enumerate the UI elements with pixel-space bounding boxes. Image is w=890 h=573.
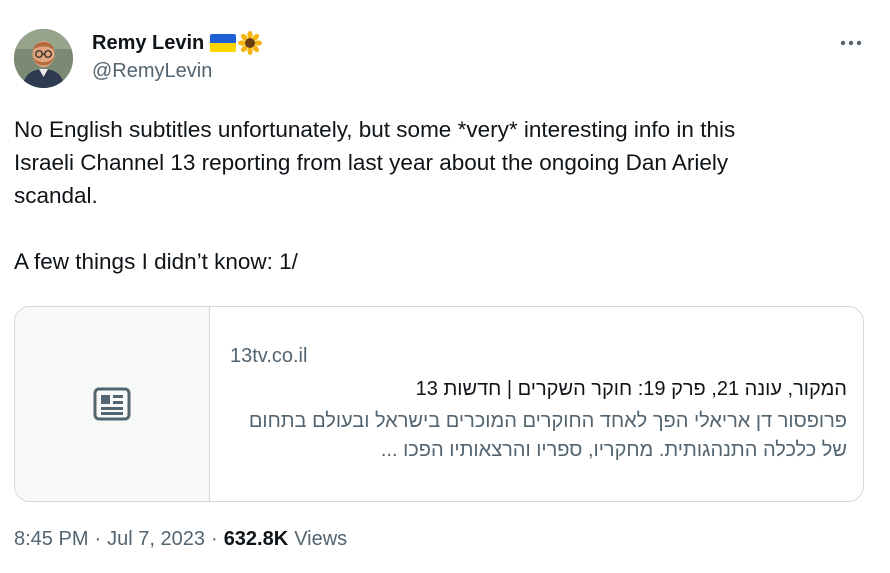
views-count: 632.8K <box>223 528 289 550</box>
tweet-text: No English subtitles unfortunately, but … <box>14 117 736 274</box>
meta-separator: · <box>211 528 218 550</box>
card-description: פרופסור דן אריאלי הפך לאחד החוקרים המוכר… <box>248 410 847 461</box>
more-horizontal-icon[interactable] <box>840 29 862 52</box>
card-thumbnail <box>15 307 210 501</box>
author-handle[interactable]: @RemyLevin <box>92 60 212 83</box>
avatar[interactable] <box>14 29 73 88</box>
link-card[interactable]: 13tv.co.il המקור, עונה 21, פרק 19: חוקר … <box>14 306 864 502</box>
card-domain: 13tv.co.il <box>230 345 308 367</box>
views-label: Views <box>294 528 348 550</box>
author-name-row: Remy Levin <box>92 31 263 55</box>
avatar-image <box>14 29 73 88</box>
tweet-time[interactable]: 8:45 PM <box>14 528 88 551</box>
tweet-date[interactable]: Jul 7, 2023 <box>107 528 205 551</box>
ukraine-flag-icon <box>210 34 237 52</box>
card-body: 13tv.co.il המקור, עונה 21, פרק 19: חוקר … <box>210 307 863 501</box>
tweet-meta: 8:45 PM · Jul 7, 2023 · 632.8K Views <box>14 528 347 551</box>
author-display-name[interactable]: Remy Levin <box>92 32 204 55</box>
sunflower-icon <box>238 31 263 55</box>
card-title: המקור, עונה 21, פרק 19: חוקר השקרים | חד… <box>415 378 847 400</box>
meta-separator: · <box>94 528 102 550</box>
article-icon <box>93 387 131 421</box>
